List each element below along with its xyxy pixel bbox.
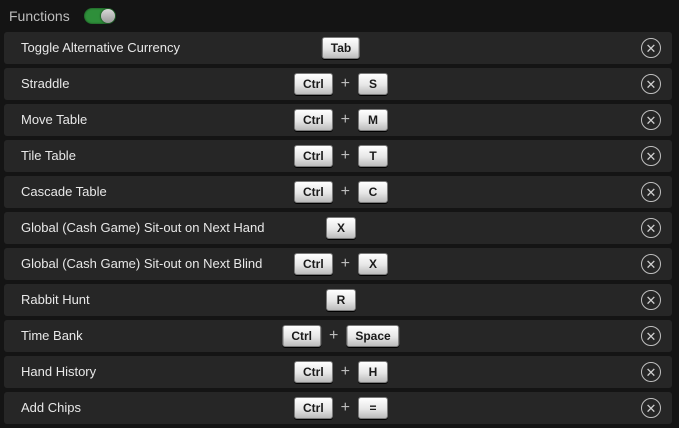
hotkey-row: Add Chips Ctrl + = ✕ [4, 392, 672, 424]
remove-hotkey-icon[interactable]: ✕ [641, 146, 661, 166]
hotkey-combination[interactable]: Ctrl + H [293, 356, 389, 388]
keycap[interactable]: = [358, 397, 389, 419]
hotkey-function-label: Straddle [21, 76, 70, 91]
keycap[interactable]: H [358, 361, 389, 383]
hotkey-combination[interactable]: Ctrl + M [293, 104, 389, 136]
hotkey-function-label: Rabbit Hunt [21, 292, 90, 307]
remove-hotkey-icon[interactable]: ✕ [641, 326, 661, 346]
hotkey-row: Global (Cash Game) Sit-out on Next Blind… [4, 248, 672, 280]
keycap[interactable]: T [358, 145, 389, 167]
hotkey-function-label: Global (Cash Game) Sit-out on Next Blind [21, 256, 263, 271]
hotkey-row: Hand History Ctrl + H ✕ [4, 356, 672, 388]
hotkey-function-label: Hand History [21, 364, 97, 379]
hotkey-combination[interactable]: Ctrl + = [293, 392, 389, 424]
plus-icon: + [340, 363, 351, 380]
hotkey-row: Rabbit Hunt R ✕ [4, 284, 672, 316]
remove-hotkey-icon[interactable]: ✕ [641, 290, 661, 310]
remove-hotkey-icon[interactable]: ✕ [641, 74, 661, 94]
hotkey-function-label: Toggle Alternative Currency [21, 40, 180, 55]
hotkey-list: Toggle Alternative Currency Tab ✕ Straddle C… [4, 32, 672, 428]
hotkey-combination[interactable]: Ctrl + S [293, 68, 389, 100]
hotkey-combination[interactable]: Ctrl + X [293, 248, 389, 280]
hotkey-row: Time Bank Ctrl + Space ✕ [4, 320, 672, 352]
hotkey-function-label: Add Chips [21, 400, 81, 415]
toggle-knob [100, 9, 115, 23]
hotkey-row: Move Table Ctrl + M ✕ [4, 104, 672, 136]
keycap[interactable]: Ctrl [293, 181, 333, 203]
remove-hotkey-icon[interactable]: ✕ [641, 362, 661, 382]
hotkey-row: Straddle Ctrl + S ✕ [4, 68, 672, 100]
keycap[interactable]: C [358, 181, 389, 203]
keycap[interactable]: Ctrl [293, 397, 333, 419]
plus-icon: + [340, 75, 351, 92]
keycap[interactable]: X [326, 217, 356, 239]
functions-toggle[interactable] [83, 8, 116, 24]
hotkey-combination[interactable]: R [326, 284, 356, 316]
keycap[interactable]: S [358, 73, 389, 95]
hotkey-function-label: Time Bank [21, 328, 83, 343]
keycap[interactable]: Ctrl [293, 73, 333, 95]
plus-icon: + [340, 147, 351, 164]
hotkey-combination[interactable]: X [326, 212, 356, 244]
keycap[interactable]: Ctrl [293, 253, 333, 275]
hotkey-function-label: Move Table [21, 112, 88, 127]
plus-icon: + [340, 255, 351, 272]
keycap[interactable]: M [358, 109, 389, 131]
keycap[interactable]: Ctrl [293, 145, 333, 167]
remove-hotkey-icon[interactable]: ✕ [641, 182, 661, 202]
keycap[interactable]: Space [346, 325, 400, 347]
plus-icon: + [340, 183, 351, 200]
keycap[interactable]: Tab [321, 37, 361, 59]
hotkey-function-label: Tile Table [21, 148, 76, 163]
hotkey-row: Global (Cash Game) Sit-out on Next Hand X… [4, 212, 672, 244]
remove-hotkey-icon[interactable]: ✕ [641, 218, 661, 238]
hotkey-combination[interactable]: Ctrl + T [293, 140, 389, 172]
remove-hotkey-icon[interactable]: ✕ [641, 254, 661, 274]
hotkey-row: Cascade Table Ctrl + C ✕ [4, 176, 672, 208]
keycap[interactable]: Ctrl [293, 361, 333, 383]
hotkey-combination[interactable]: Ctrl + C [293, 176, 389, 208]
plus-icon: + [328, 327, 339, 344]
functions-header: Functions [0, 0, 679, 32]
hotkey-row: Tile Table Ctrl + T ✕ [4, 140, 672, 172]
remove-hotkey-icon[interactable]: ✕ [641, 38, 661, 58]
hotkey-combination[interactable]: Ctrl + Space [282, 320, 400, 352]
plus-icon: + [340, 111, 351, 128]
hotkey-row: Toggle Alternative Currency Tab ✕ [4, 32, 672, 64]
hotkey-combination[interactable]: Tab [321, 32, 361, 64]
keycap[interactable]: X [358, 253, 389, 275]
hotkey-function-label: Global (Cash Game) Sit-out on Next Hand [21, 220, 265, 235]
remove-hotkey-icon[interactable]: ✕ [641, 398, 661, 418]
keycap[interactable]: R [326, 289, 356, 311]
remove-hotkey-icon[interactable]: ✕ [641, 110, 661, 130]
keycap[interactable]: Ctrl [282, 325, 321, 347]
hotkey-function-label: Cascade Table [21, 184, 107, 199]
keycap[interactable]: Ctrl [293, 109, 333, 131]
plus-icon: + [340, 399, 351, 416]
functions-title: Functions [9, 8, 70, 24]
